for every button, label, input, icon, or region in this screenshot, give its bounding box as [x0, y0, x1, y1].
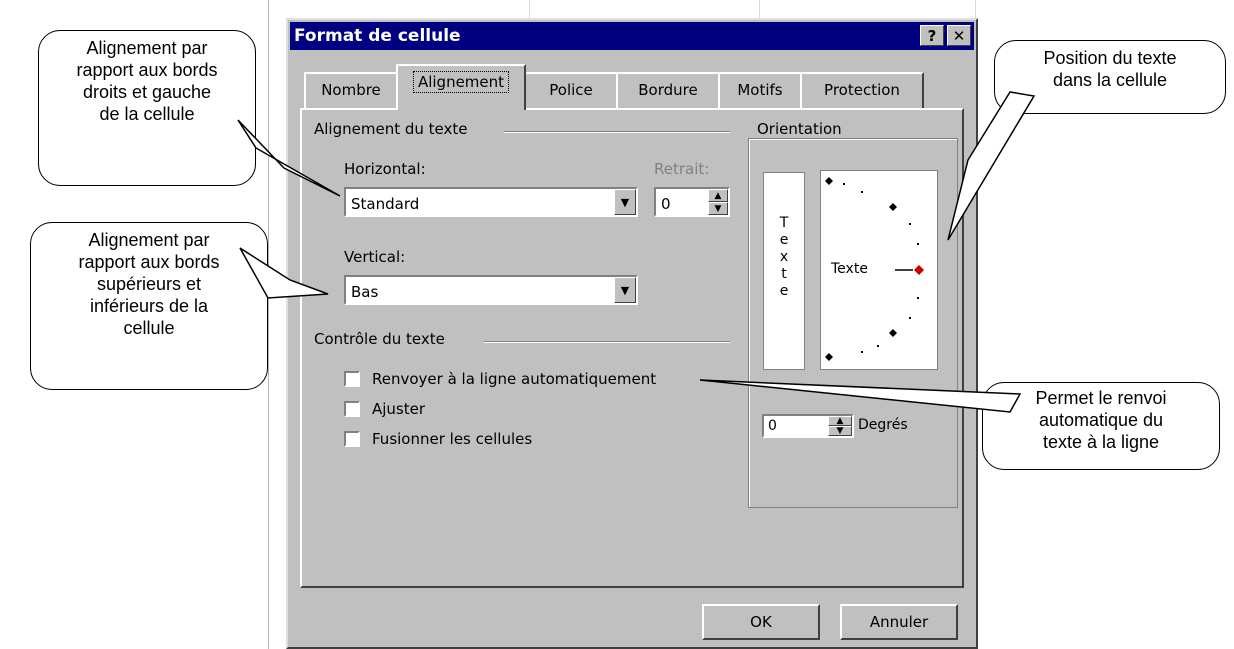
shrink-to-fit-label[interactable]: Ajuster [372, 400, 425, 418]
group-divider [484, 341, 730, 343]
title-bar[interactable]: Format de cellule ? ✕ [290, 22, 974, 50]
callout-position: Position du texte dans la cellule [994, 40, 1226, 114]
tab-police[interactable]: Police [524, 72, 618, 108]
dial-marker-active [914, 265, 924, 275]
tab-bordure[interactable]: Bordure [616, 72, 720, 108]
callout-vertical: Alignement par rapport aux bords supérie… [30, 222, 268, 390]
tab-motifs[interactable]: Motifs [718, 72, 802, 108]
callout-horizontal: Alignement par rapport aux bords droits … [38, 30, 256, 186]
indent-spinner[interactable]: 0 ▲ ▼ [654, 187, 730, 217]
indent-label: Retrait: [654, 160, 710, 178]
wrap-text-checkbox[interactable] [344, 371, 360, 387]
dialog-title: Format de cellule [294, 26, 461, 46]
spin-down-icon[interactable]: ▼ [828, 426, 852, 436]
cancel-button[interactable]: Annuler [840, 604, 958, 640]
horizontal-select[interactable]: Standard ▼ [344, 187, 638, 217]
spin-down-icon[interactable]: ▼ [708, 202, 728, 215]
format-cells-dialog: Format de cellule ? ✕ Nombre Alignement … [286, 18, 978, 649]
help-button[interactable]: ? [920, 25, 944, 46]
horizontal-label: Horizontal: [344, 160, 426, 178]
tab-nombre[interactable]: Nombre [304, 72, 398, 108]
vertical-select[interactable]: Bas ▼ [344, 275, 638, 305]
dial-marker-top [825, 177, 833, 185]
merge-cells-checkbox[interactable] [344, 431, 360, 447]
close-button[interactable]: ✕ [947, 25, 971, 46]
horizontal-select-value: Standard [351, 195, 420, 213]
spin-up-icon[interactable]: ▲ [828, 416, 852, 426]
indent-value: 0 [661, 195, 671, 213]
dial-text-label: Texte [831, 261, 868, 277]
ok-button[interactable]: OK [702, 604, 820, 640]
merge-cells-label[interactable]: Fusionner les cellules [372, 430, 532, 448]
orientation-group-label: Orientation [754, 120, 845, 138]
degrees-label: Degrés [858, 417, 908, 433]
text-alignment-group-label: Alignement du texte [314, 120, 468, 138]
chevron-down-icon[interactable]: ▼ [614, 277, 636, 303]
shrink-to-fit-checkbox[interactable] [344, 401, 360, 417]
text-control-group-label: Contrôle du texte [314, 330, 445, 348]
vertical-select-value: Bas [351, 283, 379, 301]
tab-protection[interactable]: Protection [800, 72, 924, 108]
orientation-dial[interactable]: Texte [820, 170, 938, 370]
callout-wrap: Permet le renvoi automatique du texte à … [982, 382, 1220, 470]
wrap-text-label[interactable]: Renvoyer à la ligne automatiquement [372, 370, 656, 388]
vertical-text-option[interactable]: T e x t e [763, 172, 805, 370]
tab-alignement[interactable]: Alignement [396, 64, 526, 110]
chevron-down-icon[interactable]: ▼ [614, 189, 636, 215]
vertical-label: Vertical: [344, 248, 406, 266]
degrees-spinner[interactable]: 0 ▲ ▼ [762, 414, 854, 438]
degrees-value: 0 [768, 418, 777, 434]
group-divider [504, 131, 730, 133]
spin-up-icon[interactable]: ▲ [708, 189, 728, 202]
